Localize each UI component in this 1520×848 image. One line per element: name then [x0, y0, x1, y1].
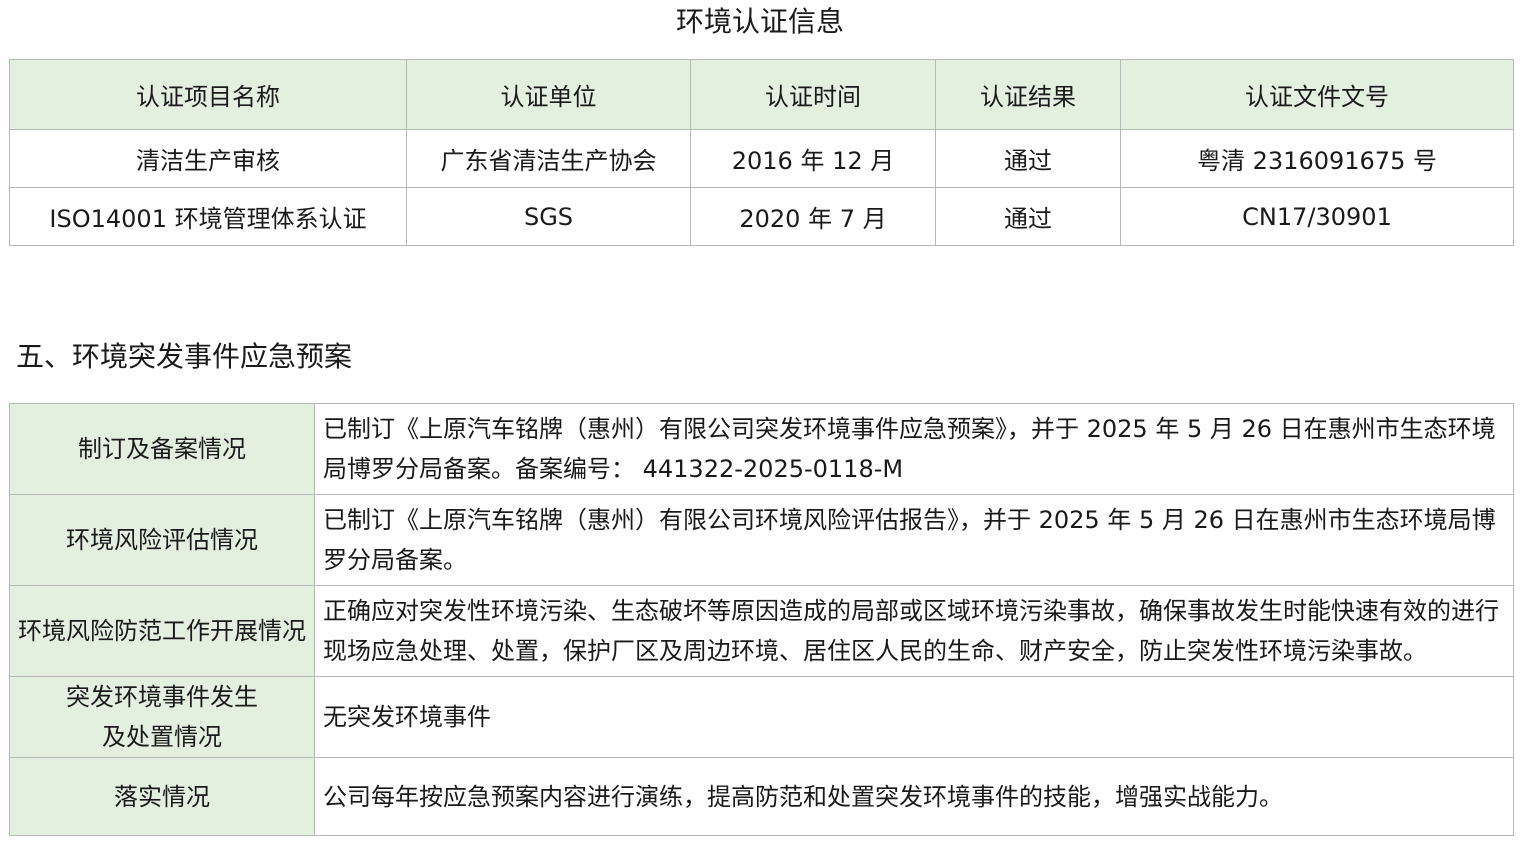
row-label: 环境风险评估情况	[9, 494, 315, 586]
emergency-plan-table: 制订及备案情况 已制订《上原汽车铭牌（惠州）有限公司突发环境事件应急预案》，并于…	[9, 403, 1514, 836]
certification-table: 认证项目名称 认证单位 认证时间 认证结果 认证文件文号 清洁生产审核 广东省清…	[9, 59, 1514, 246]
cell-cert-date: 2016 年 12 月	[690, 129, 936, 188]
table-row: 环境风险评估情况 已制订《上原汽车铭牌（惠州）有限公司环境风险评估报告》，并于 …	[9, 494, 1514, 586]
section-heading: 五、环境突发事件应急预案	[16, 340, 353, 373]
cell-cert-date: 2020 年 7 月	[690, 187, 936, 246]
cert-table-title: 环境认证信息	[675, 5, 844, 38]
cell-cert-item-name: ISO14001 环境管理体系认证	[9, 187, 407, 246]
row-label: 制订及备案情况	[9, 403, 315, 495]
table-row: ISO14001 环境管理体系认证 SGS 2020 年 7 月 通过 CN17…	[9, 187, 1514, 246]
row-value: 已制订《上原汽车铭牌（惠州）有限公司突发环境事件应急预案》，并于 2025 年 …	[314, 403, 1514, 495]
header-cert-date: 认证时间	[690, 59, 936, 130]
row-label: 环境风险防范工作开展情况	[9, 585, 315, 677]
table-row: 落实情况 公司每年按应急预案内容进行演练，提高防范和处置突发环境事件的技能，增强…	[9, 757, 1514, 836]
cell-cert-result: 通过	[935, 187, 1121, 246]
header-cert-doc-number: 认证文件文号	[1120, 59, 1514, 130]
cell-cert-body: 广东省清洁生产协会	[406, 129, 691, 188]
row-label-text: 制订及备案情况	[78, 435, 246, 463]
header-cert-body: 认证单位	[406, 59, 691, 130]
row-label-text: 落实情况	[114, 782, 210, 811]
header-cert-item-name: 认证项目名称	[9, 59, 407, 130]
table-row: 制订及备案情况 已制订《上原汽车铭牌（惠州）有限公司突发环境事件应急预案》，并于…	[9, 403, 1514, 495]
row-value: 已制订《上原汽车铭牌（惠州）有限公司环境风险评估报告》，并于 2025 年 5 …	[314, 494, 1514, 586]
row-value: 正确应对突发性环境污染、生态破坏等原因造成的局部或区域环境污染事故，确保事故发生…	[314, 585, 1514, 677]
table-row: 清洁生产审核 广东省清洁生产协会 2016 年 12 月 通过 粤清 23160…	[9, 129, 1514, 188]
row-value: 公司每年按应急预案内容进行演练，提高防范和处置突发环境事件的技能，增强实战能力。	[314, 757, 1514, 836]
header-cert-result: 认证结果	[935, 59, 1121, 130]
cell-cert-body: SGS	[406, 187, 691, 246]
cell-cert-item-name: 清洁生产审核	[9, 129, 407, 188]
table-row: 环境风险防范工作开展情况 正确应对突发性环境污染、生态破坏等原因造成的局部或区域…	[9, 585, 1514, 677]
row-value: 无突发环境事件	[314, 676, 1514, 758]
row-label-text: 环境风险防范工作开展情况	[18, 617, 306, 645]
cell-cert-result: 通过	[935, 129, 1121, 188]
cell-cert-doc-number: 粤清 2316091675 号	[1120, 129, 1514, 188]
row-label: 突发环境事件发生 及处置情况	[9, 676, 315, 758]
row-label-text: 环境风险评估情况	[66, 526, 258, 554]
table-header-row: 认证项目名称 认证单位 认证时间 认证结果 认证文件文号	[9, 59, 1514, 130]
table-row: 突发环境事件发生 及处置情况 无突发环境事件	[9, 676, 1514, 758]
row-label-text: 突发环境事件发生 及处置情况	[66, 683, 258, 751]
row-label: 落实情况	[9, 757, 315, 836]
cell-cert-doc-number: CN17/30901	[1120, 187, 1514, 246]
